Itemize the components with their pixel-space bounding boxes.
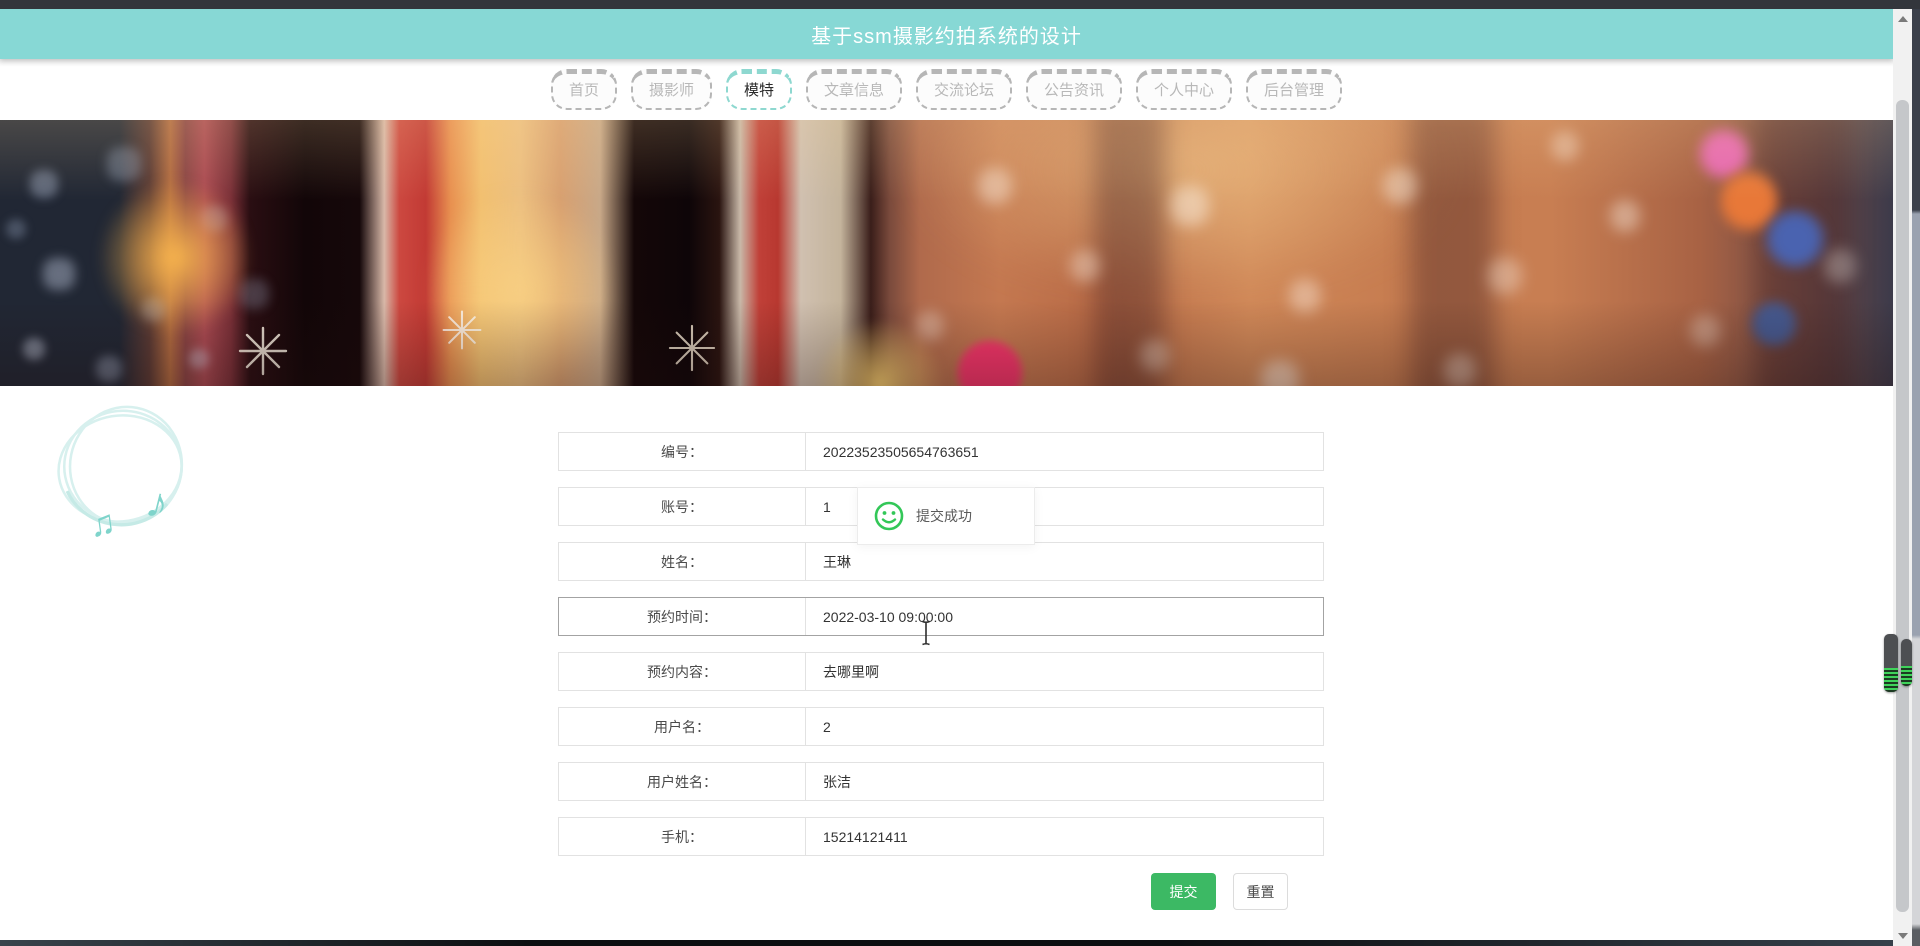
page-title: 基于ssm摄影约拍系统的设计 xyxy=(811,25,1082,48)
field-label: 账号： xyxy=(559,488,806,525)
tab-admin[interactable]: 后台管理 xyxy=(1246,69,1343,110)
scroll-down-arrow-icon[interactable] xyxy=(1898,933,1908,939)
green-stripes xyxy=(1884,667,1898,692)
phone-field[interactable] xyxy=(806,818,1323,855)
name-field[interactable] xyxy=(806,543,1323,580)
tab-announcements[interactable]: 公告资讯 xyxy=(1026,69,1123,110)
username-field[interactable] xyxy=(806,708,1323,745)
tab-home[interactable]: 首页 xyxy=(550,69,617,110)
banner-image xyxy=(0,120,1893,386)
music-notes-icon: ♫ xyxy=(87,503,119,540)
field-label: 用户姓名： xyxy=(559,763,806,800)
sparkle-icon xyxy=(442,310,482,350)
sparkle-icon xyxy=(668,324,716,372)
tab-personal-center[interactable]: 个人中心 xyxy=(1136,69,1233,110)
number-field[interactable] xyxy=(806,433,1323,470)
glow-decoration xyxy=(100,175,250,340)
text-cursor-icon xyxy=(922,620,930,646)
appointment-content-field[interactable] xyxy=(806,653,1323,690)
banner-shadow-band xyxy=(1095,120,1165,386)
form-row-number: 编号： xyxy=(558,432,1324,471)
glow-decoration xyxy=(900,120,1460,300)
field-label: 用户名： xyxy=(559,708,806,745)
sparkle-icon xyxy=(238,326,288,376)
bokeh-blue-dot xyxy=(1762,208,1828,270)
field-label: 编号： xyxy=(559,433,806,470)
banner-shadow-band xyxy=(1755,120,1850,386)
form-row-user-fullname: 用户姓名： xyxy=(558,762,1324,801)
widget-pill xyxy=(1901,639,1912,686)
field-label: 预约时间： xyxy=(559,598,806,635)
green-stripes xyxy=(1901,666,1912,686)
submit-button[interactable]: 提交 xyxy=(1151,873,1216,910)
bokeh-magenta-dot xyxy=(1695,125,1753,183)
tab-article-info[interactable]: 文章信息 xyxy=(805,69,902,110)
tab-photographer[interactable]: 摄影师 xyxy=(630,69,712,110)
vertical-scrollbar[interactable] xyxy=(1893,9,1912,946)
field-label: 姓名： xyxy=(559,543,806,580)
main-nav: 首页 摄影师 模特 文章信息 交流论坛 公告资讯 个人中心 后台管理 xyxy=(0,59,1893,120)
form-row-username: 用户名： xyxy=(558,707,1324,746)
form-row-name: 姓名： xyxy=(558,542,1324,581)
glow-decoration xyxy=(430,180,610,386)
bokeh-pink-dot xyxy=(955,338,1025,386)
app-window: 基于ssm摄影约拍系统的设计 首页 摄影师 模特 文章信息 交流论坛 公告资讯 … xyxy=(0,0,1920,946)
glow-decoration xyxy=(815,320,945,386)
form-row-phone: 手机： xyxy=(558,817,1324,856)
bokeh-orange-dot xyxy=(1718,165,1780,237)
extension-widget[interactable] xyxy=(1884,634,1914,692)
window-edge-strip xyxy=(1912,9,1920,946)
browser-top-bar xyxy=(0,0,1920,9)
site-header: 基于ssm摄影约拍系统的设计 xyxy=(0,9,1893,59)
footer-edge xyxy=(0,940,1893,946)
field-label: 手机： xyxy=(559,818,806,855)
user-fullname-field[interactable] xyxy=(806,763,1323,800)
toast-message: 提交成功 xyxy=(916,508,972,524)
appointment-time-field[interactable] xyxy=(806,598,1323,635)
tab-model[interactable]: 模特 xyxy=(725,69,792,110)
banner-shadow-band xyxy=(1410,120,1495,386)
form-row-appointment-time: 预约时间： xyxy=(558,597,1324,636)
bokeh-dots-left xyxy=(0,120,8,128)
bokeh-blue-dot xyxy=(1748,300,1800,348)
bokeh-dots-right xyxy=(0,120,10,132)
form-actions: 提交 重置 xyxy=(558,873,1324,910)
smiley-success-icon xyxy=(874,501,904,531)
music-circle-decoration: ♪ ♫ xyxy=(57,405,184,540)
form-row-appointment-content: 预约内容： xyxy=(558,652,1324,691)
tab-forum[interactable]: 交流论坛 xyxy=(916,69,1013,110)
scroll-up-arrow-icon[interactable] xyxy=(1898,16,1908,22)
widget-pill xyxy=(1884,634,1898,692)
reset-button[interactable]: 重置 xyxy=(1233,873,1288,910)
scrollbar-thumb[interactable] xyxy=(1896,100,1909,912)
success-toast: 提交成功 xyxy=(857,487,1035,545)
field-label: 预约内容： xyxy=(559,653,806,690)
